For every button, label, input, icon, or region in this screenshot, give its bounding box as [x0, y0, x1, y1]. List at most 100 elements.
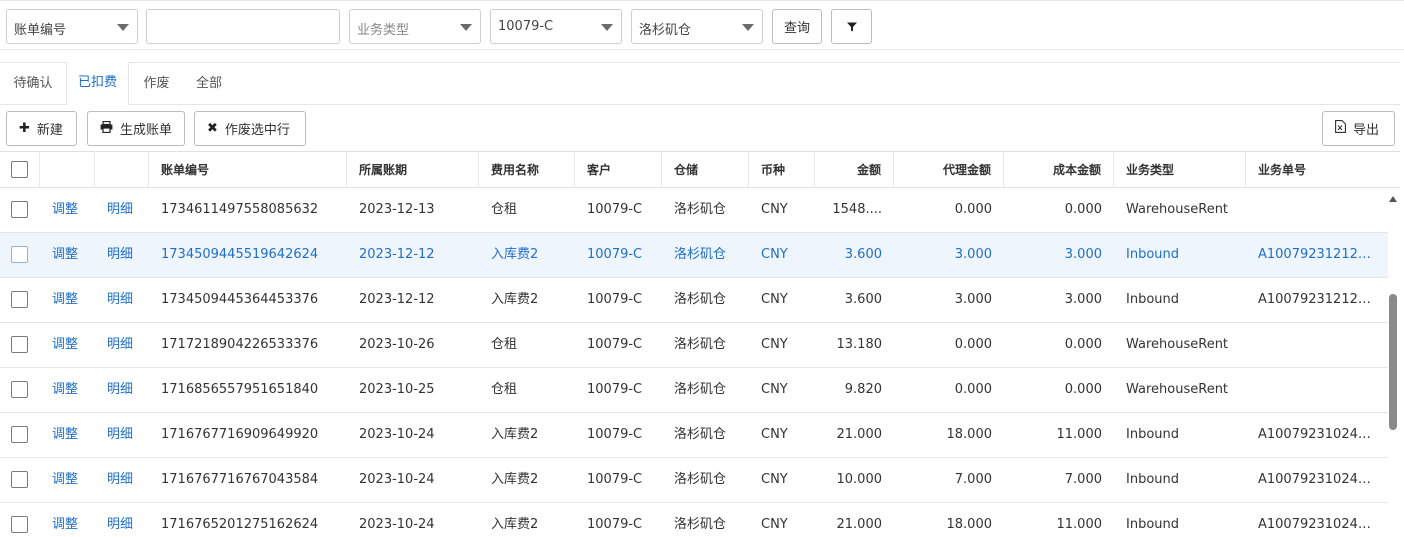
detail-link[interactable]: 明细 [95, 233, 149, 277]
row-checkbox[interactable] [11, 516, 28, 533]
customer-cell: 10079-C [587, 517, 643, 532]
row-checkbox[interactable] [11, 381, 28, 398]
business-type-cell: WarehouseRent [1126, 337, 1229, 352]
currency-cell: CNY [761, 247, 788, 262]
business-type-cell: Inbound [1126, 517, 1180, 532]
adjust-link[interactable]: 调整 [40, 458, 95, 502]
table-row[interactable]: 调整 明细 1734509445519642624 2023-12-12 入库费2 100… [0, 233, 1388, 278]
agent-amount-cell: 3.000 [954, 292, 992, 307]
cost-amount-cell: 0.000 [1064, 202, 1102, 217]
header-period[interactable]: 所属账期 [347, 152, 479, 188]
warehouse-cell: 洛杉矶仓 [674, 427, 727, 442]
chevron-down-icon [117, 24, 129, 31]
cost-amount-cell: 0.000 [1064, 337, 1102, 352]
header-currency[interactable]: 币种 [749, 152, 815, 188]
header-warehouse[interactable]: 仓储 [662, 152, 749, 188]
plus-icon: ✚ [19, 121, 30, 136]
adjust-link[interactable]: 调整 [40, 413, 95, 457]
row-checkbox[interactable] [11, 246, 28, 263]
business-order-cell: A1007923102491... [1258, 517, 1387, 532]
detail-link[interactable]: 明细 [95, 413, 149, 457]
business-order-cell: A1007923121292... [1258, 247, 1387, 262]
business-order-cell: A1007923121292... [1258, 292, 1387, 307]
detail-link[interactable]: 明细 [95, 458, 149, 502]
cost-amount-cell: 3.000 [1064, 292, 1102, 307]
customer-cell: 10079-C [587, 382, 643, 397]
header-customer[interactable]: 客户 [575, 152, 662, 188]
customer-select[interactable]: 10079-C [490, 9, 622, 44]
chevron-down-icon [742, 24, 754, 31]
select-all-checkbox[interactable] [11, 161, 28, 178]
header-agent-amount[interactable]: 代理金额 [894, 152, 1004, 188]
filter-button[interactable] [831, 9, 872, 44]
field-select-value: 账单编号 [14, 23, 67, 38]
header-bill-no[interactable]: 账单编号 [149, 152, 347, 188]
amount-cell: 3.600 [844, 292, 882, 307]
fee-name-cell: 入库费2 [491, 517, 539, 532]
adjust-link[interactable]: 调整 [40, 368, 95, 412]
customer-cell: 10079-C [587, 247, 643, 262]
adjust-link[interactable]: 调整 [40, 278, 95, 322]
table-row[interactable]: 调整 明细 1716765201275162624 2023-10-24 入库费2 100… [0, 503, 1388, 537]
adjust-link[interactable]: 调整 [40, 503, 95, 537]
fee-name-cell: 仓租 [491, 202, 518, 217]
void-selected-button[interactable]: ✖ 作废选中行 [194, 111, 306, 146]
agent-amount-cell: 18.000 [946, 517, 993, 532]
row-checkbox[interactable] [11, 201, 28, 218]
row-checkbox[interactable] [11, 471, 28, 488]
tab-charged[interactable]: 已扣费 [66, 62, 129, 105]
header-business-type[interactable]: 业务类型 [1114, 152, 1246, 188]
header-business-order[interactable]: 业务单号 [1246, 152, 1400, 188]
business-type-cell: Inbound [1126, 427, 1180, 442]
search-input[interactable] [146, 9, 340, 44]
agent-amount-cell: 0.000 [954, 202, 992, 217]
tab-void[interactable]: 作废 [130, 63, 183, 105]
adjust-link[interactable]: 调整 [40, 188, 95, 232]
tab-all[interactable]: 全部 [183, 63, 235, 105]
bill-no-cell: 1734509445519642624 [161, 247, 319, 262]
bill-no-cell: 1716767716767043584 [161, 472, 319, 487]
tab-pending[interactable]: 待确认 [0, 63, 66, 105]
business-order-cell [1246, 188, 1388, 232]
business-order-cell [1246, 368, 1388, 412]
adjust-link[interactable]: 调整 [40, 323, 95, 367]
business-type-cell: WarehouseRent [1126, 202, 1229, 217]
row-checkbox[interactable] [11, 426, 28, 443]
header-fee-name[interactable]: 费用名称 [479, 152, 575, 188]
business-type-placeholder: 业务类型 [357, 23, 410, 38]
adjust-link[interactable]: 调整 [40, 233, 95, 277]
customer-cell: 10079-C [587, 337, 643, 352]
scroll-up-arrow-icon[interactable] [1389, 196, 1397, 202]
detail-link[interactable]: 明细 [95, 278, 149, 322]
header-action2 [95, 152, 149, 188]
table-row[interactable]: 调整 明细 1734611497558085632 2023-12-13 仓租 10079… [0, 188, 1388, 233]
table-row[interactable]: 调整 明细 1716767716767043584 2023-10-24 入库费2 100… [0, 458, 1388, 503]
detail-link[interactable]: 明细 [95, 323, 149, 367]
table-row[interactable]: 调整 明细 1716856557951651840 2023-10-25 仓租 10079… [0, 368, 1388, 413]
detail-link[interactable]: 明细 [95, 188, 149, 232]
field-select[interactable]: 账单编号 [6, 9, 138, 44]
table-row[interactable]: 调整 明细 1717218904226533376 2023-10-26 仓租 10079… [0, 323, 1388, 368]
table-row[interactable]: 调整 明细 1734509445364453376 2023-12-12 入库费2 100… [0, 278, 1388, 323]
warehouse-select[interactable]: 洛杉矶仓 [631, 9, 763, 44]
scrollbar-thumb[interactable] [1389, 294, 1397, 430]
new-button[interactable]: ✚ 新建 [6, 111, 77, 146]
row-checkbox[interactable] [11, 291, 28, 308]
business-type-select[interactable]: 业务类型 [349, 9, 481, 44]
amount-cell: 3.600 [844, 247, 882, 262]
customer-cell: 10079-C [587, 292, 643, 307]
chevron-down-icon [601, 24, 613, 31]
filter-bar: 账单编号 业务类型 10079-C 洛杉矶仓 查询 [0, 0, 1404, 50]
header-amount[interactable]: 金额 [815, 152, 894, 188]
amount-cell: 21.000 [836, 427, 883, 442]
query-button[interactable]: 查询 [772, 9, 822, 44]
detail-link[interactable]: 明细 [95, 503, 149, 537]
header-cost-amount[interactable]: 成本金额 [1004, 152, 1114, 188]
table-row[interactable]: 调整 明细 1716767716909649920 2023-10-24 入库费2 100… [0, 413, 1388, 458]
row-checkbox[interactable] [11, 336, 28, 353]
detail-link[interactable]: 明细 [95, 368, 149, 412]
close-icon: ✖ [207, 121, 218, 136]
export-button[interactable]: 导出 [1322, 111, 1395, 146]
vertical-scrollbar[interactable] [1386, 188, 1400, 537]
generate-bill-button[interactable]: 生成账单 [87, 111, 185, 146]
